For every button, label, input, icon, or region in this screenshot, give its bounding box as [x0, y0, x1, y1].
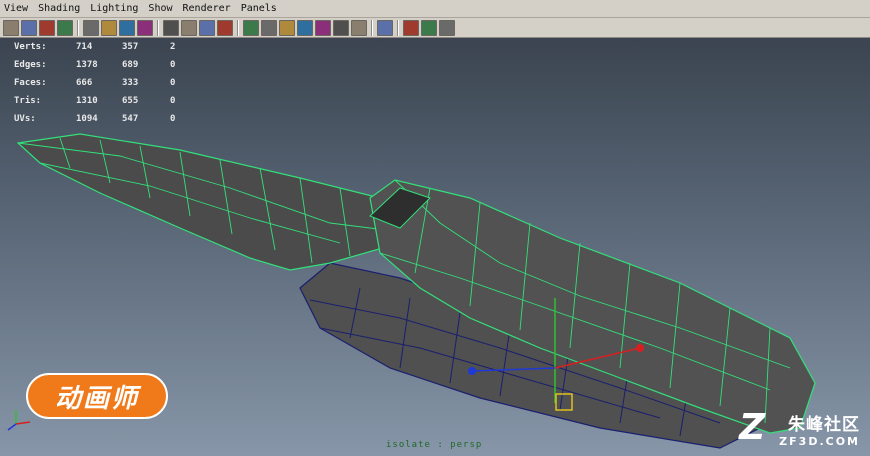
toolbar-separator	[237, 19, 239, 36]
hud-value: 357	[122, 42, 139, 52]
watermark-line1: 朱峰社区	[788, 415, 860, 435]
menu-show[interactable]: Show	[148, 3, 172, 14]
textured-icon[interactable]	[119, 19, 135, 36]
xray-icon[interactable]	[243, 19, 259, 36]
watermark-z-icon: Z	[739, 407, 766, 448]
hud-label: Tris:	[14, 96, 42, 106]
hud-value: 689	[122, 60, 139, 70]
hud-row: Faces: 666 333 0	[14, 74, 190, 92]
grid-icon[interactable]	[403, 19, 419, 36]
watermark: Z 朱峰社区 ZF3D.COM	[739, 410, 860, 449]
smooth-shade-icon[interactable]	[101, 19, 117, 36]
view-axis-icon	[7, 410, 31, 431]
texture-tile-icon[interactable]	[439, 19, 455, 36]
3d-viewport[interactable]: Verts: 714 357 2 Edges: 1378 689 0 Faces: 666 333 0…	[0, 38, 870, 456]
wireframe-icon[interactable]	[83, 19, 99, 36]
gate-mask-icon[interactable]	[199, 19, 215, 36]
watermark-line2: ZF3D.COM	[779, 435, 860, 448]
toolbar-separator	[157, 19, 159, 36]
hud-value: 0	[170, 96, 176, 106]
shaded-wireframe-icon[interactable]	[261, 19, 277, 36]
poly-count-hud: Verts: 714 357 2 Edges: 1378 689 0 Faces: 666 333 0…	[14, 38, 190, 128]
image-plane-icon[interactable]	[57, 19, 73, 36]
menu-panels[interactable]: Panels	[241, 3, 277, 14]
select-camera-icon[interactable]	[3, 19, 19, 36]
lock-camera-icon[interactable]	[21, 19, 37, 36]
menu-renderer[interactable]: Renderer	[183, 3, 231, 14]
resolution-gate-icon[interactable]	[181, 19, 197, 36]
toolbar-separator	[397, 19, 399, 36]
red-object-icon[interactable]	[351, 19, 367, 36]
isolate-select-icon[interactable]	[377, 19, 393, 36]
menu-view[interactable]: View	[4, 3, 28, 14]
camera-label: isolate : persp	[386, 440, 483, 450]
hud-value: 0	[170, 78, 176, 88]
hud-value: 0	[170, 60, 176, 70]
bookmark-icon[interactable]	[39, 19, 55, 36]
hud-value: 333	[122, 78, 139, 88]
hud-value: 1094	[76, 114, 98, 124]
hud-value: 547	[122, 114, 139, 124]
menu-lighting[interactable]: Lighting	[90, 3, 138, 14]
hud-row: UVs: 1094 547 0	[14, 110, 190, 128]
light-bulb-icon[interactable]	[315, 19, 331, 36]
hud-value: 2	[170, 42, 176, 52]
hud-label: Faces:	[14, 78, 47, 88]
hud-label: UVs:	[14, 114, 36, 124]
toolbar-separator	[371, 19, 373, 36]
cube-icon[interactable]	[297, 19, 313, 36]
hud-row: Tris: 1310 655 0	[14, 92, 190, 110]
menu-bar: View Shading Lighting Show Renderer Pane…	[0, 0, 870, 18]
toolbar-separator	[77, 19, 79, 36]
logo-badge: 动画师	[26, 373, 168, 419]
backface-icon[interactable]	[333, 19, 349, 36]
hud-value: 655	[122, 96, 139, 106]
hud-value: 0	[170, 114, 176, 124]
film-gate-icon[interactable]	[163, 19, 179, 36]
hud-value: 1310	[76, 96, 98, 106]
hud-label: Verts:	[14, 42, 47, 52]
use-lights-icon[interactable]	[137, 19, 153, 36]
menu-shading[interactable]: Shading	[38, 3, 80, 14]
hud-label: Edges:	[14, 60, 47, 70]
hud-row: Verts: 714 357 2	[14, 38, 190, 56]
default-material-icon[interactable]	[279, 19, 295, 36]
field-chart-icon[interactable]	[217, 19, 233, 36]
hud-value: 1378	[76, 60, 98, 70]
camera-attributes-icon[interactable]	[421, 19, 437, 36]
hud-value: 666	[76, 78, 93, 88]
hud-row: Edges: 1378 689 0	[14, 56, 190, 74]
hud-value: 714	[76, 42, 93, 52]
viewport-toolbar	[0, 18, 870, 38]
